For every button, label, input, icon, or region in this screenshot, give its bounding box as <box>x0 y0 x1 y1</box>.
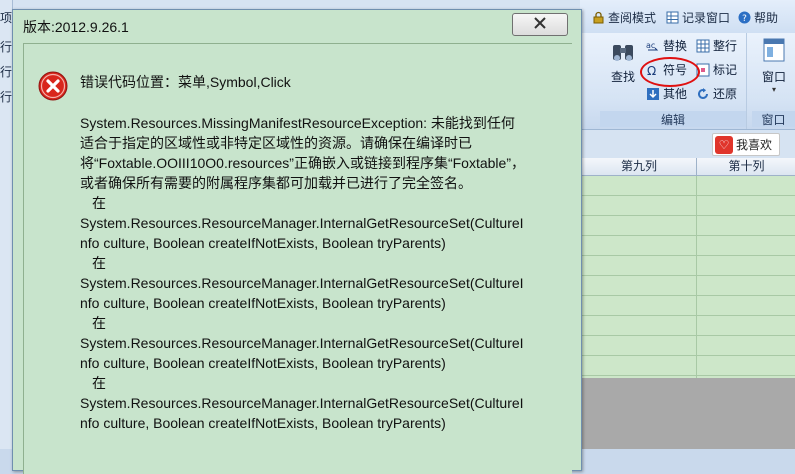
table-row[interactable] <box>580 196 795 216</box>
find-label: 查找 <box>610 70 635 84</box>
lock-icon <box>592 11 605 24</box>
stack-at-label: 在 <box>92 315 106 331</box>
restore-icon <box>696 87 710 101</box>
stack-frame: System.Resources.ResourceManager.Interna… <box>80 275 524 311</box>
close-button[interactable] <box>512 13 568 36</box>
stack-frame: System.Resources.ResourceManager.Interna… <box>80 215 524 251</box>
stack-at-label: 在 <box>92 255 106 271</box>
replace-icon: ac <box>646 39 660 53</box>
window-group: 窗口 ▾ 窗口 <box>752 33 795 129</box>
window-button[interactable]: 窗口 ▾ <box>760 37 788 94</box>
help-button[interactable]: ? 帮助 <box>738 8 778 26</box>
replace-button[interactable]: ac 替换 <box>646 37 687 54</box>
stack-frame: System.Resources.ResourceManager.Interna… <box>80 395 524 431</box>
adjust-row-label: 整行 <box>713 39 738 53</box>
table-row[interactable] <box>580 276 795 296</box>
dialog-titlebar[interactable]: 版本:2012.9.26.1 <box>13 10 581 40</box>
record-window-button[interactable]: 记录窗口 <box>666 8 730 26</box>
stack-at-label: 在 <box>92 195 106 211</box>
left-strip-text: 行 <box>0 65 13 79</box>
error-location-heading: 错误代码位置：菜单,Symbol,Click <box>80 74 291 90</box>
error-icon <box>38 71 68 101</box>
highlight-annotation <box>640 57 700 87</box>
view-mode-button[interactable]: 查阅模式 <box>592 8 656 26</box>
dialog-title: 版本:2012.9.26.1 <box>23 19 129 35</box>
like-button[interactable]: ♡ 我喜欢 <box>712 133 780 156</box>
table-row[interactable] <box>580 176 795 196</box>
svg-text:ac: ac <box>646 41 655 50</box>
close-icon <box>533 17 547 32</box>
svg-text:?: ? <box>742 14 747 24</box>
window-icon <box>761 37 787 68</box>
table-icon <box>666 11 679 24</box>
download-icon <box>646 87 660 101</box>
table-row[interactable] <box>580 316 795 336</box>
adjust-row-button[interactable]: 整行 <box>696 37 737 54</box>
restore-label: 还原 <box>713 87 738 101</box>
other-label: 其他 <box>663 87 688 101</box>
table-row[interactable] <box>580 236 795 256</box>
window-group-label: 窗口 <box>752 111 795 127</box>
stack-frame: System.Resources.ResourceManager.Interna… <box>80 335 524 371</box>
record-window-label: 记录窗口 <box>682 10 731 25</box>
grid-body[interactable] <box>580 176 795 378</box>
column-header-9[interactable]: 第九列 <box>580 158 697 175</box>
left-strip-text: 项 <box>0 11 13 25</box>
exception-text: System.Resources.MissingManifestResource… <box>80 115 525 191</box>
grid-header: 第九列 第十列 <box>580 158 795 176</box>
left-strip-text: 行 <box>0 40 13 54</box>
column-header-10[interactable]: 第十列 <box>696 158 795 175</box>
mark-label: 标记 <box>713 63 738 77</box>
mark-button[interactable]: 标记 <box>696 61 737 78</box>
restore-button[interactable]: 还原 <box>696 85 737 102</box>
table-row[interactable] <box>580 216 795 236</box>
left-strip-text: 行 <box>0 90 13 104</box>
like-label: 我喜欢 <box>736 138 773 152</box>
heart-icon: ♡ <box>715 135 733 154</box>
grid-icon <box>696 39 710 53</box>
table-row[interactable] <box>580 356 795 376</box>
binoculars-icon <box>610 39 636 68</box>
edit-group-label: 编辑 <box>600 111 746 127</box>
table-row[interactable] <box>580 256 795 276</box>
help-label: 帮助 <box>754 10 779 25</box>
help-icon: ? <box>738 11 751 24</box>
top-toolbar: 查阅模式 记录窗口 ? 帮助 <box>580 0 795 34</box>
find-button[interactable]: 查找 <box>608 39 638 85</box>
replace-label: 替换 <box>663 39 688 53</box>
chevron-down-icon: ▾ <box>771 85 776 94</box>
other-button[interactable]: 其他 <box>646 85 687 102</box>
table-row[interactable] <box>580 336 795 356</box>
stack-at-label: 在 <box>92 375 106 391</box>
view-mode-label: 查阅模式 <box>608 10 657 25</box>
error-message: System.Resources.MissingManifestResource… <box>80 113 528 433</box>
table-row[interactable] <box>580 296 795 316</box>
window-label: 窗口 <box>761 70 786 84</box>
